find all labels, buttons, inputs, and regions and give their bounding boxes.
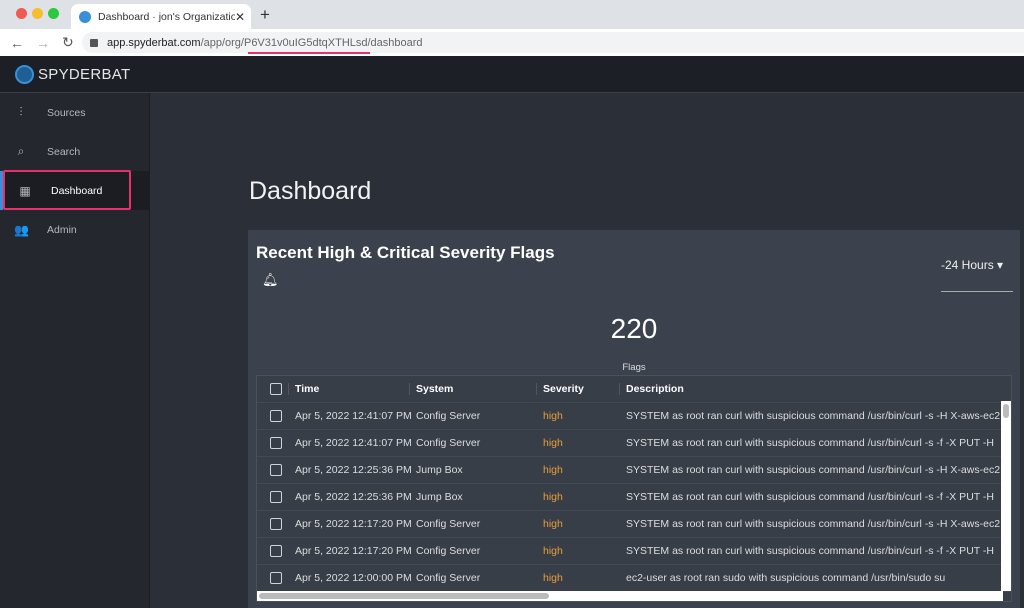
flags-card: Recent High & Critical Severity Flags 🔔︎…: [248, 230, 1020, 608]
row-checkbox[interactable]: [270, 437, 282, 449]
sidebar-item-label: Sources: [47, 106, 86, 119]
column-header-severity[interactable]: Severity: [536, 383, 619, 395]
people-icon: 👥: [14, 222, 29, 237]
horizontal-scrollbar[interactable]: [257, 591, 1003, 601]
spyderbat-logo-icon: [15, 64, 34, 84]
cell-severity: high: [543, 518, 563, 530]
row-checkbox[interactable]: [270, 545, 282, 557]
reload-icon[interactable]: ↻: [62, 34, 78, 51]
table-row[interactable]: Apr 5, 2022 12:17:20 PM Config Server high…: [257, 538, 1011, 565]
column-header-system[interactable]: System: [409, 383, 536, 395]
table-row[interactable]: Apr 5, 2022 12:41:07 PM Config Server high…: [257, 403, 1011, 430]
cell-system: Config Server: [416, 410, 481, 422]
sidebar-item-admin[interactable]: 👥 Admin: [0, 210, 149, 249]
cell-time: Apr 5, 2022 12:17:20 PM: [295, 518, 412, 530]
cell-time: Apr 5, 2022 12:17:20 PM: [295, 545, 412, 557]
bell-icon[interactable]: 🔔︎: [262, 272, 279, 288]
address-bar-row: ← → ↻ app.spyderbat.com/app/org/P6V31v0u…: [0, 29, 1024, 56]
time-range-select[interactable]: -24 Hours ▾: [941, 258, 1013, 292]
cell-severity: high: [543, 437, 563, 449]
card-title: Recent High & Critical Severity Flags: [256, 243, 555, 262]
brand-name[interactable]: SPYDERBAT: [38, 66, 130, 83]
url-domain: app.spyderbat.com: [107, 36, 201, 49]
time-range-value: -24 Hours: [941, 258, 994, 272]
cell-description: SYSTEM as root ran curl with suspicious …: [626, 491, 994, 503]
cell-system: Jump Box: [416, 491, 463, 503]
cell-severity: high: [543, 410, 563, 422]
cell-severity: high: [543, 572, 563, 584]
remote-icon: ⫶: [19, 105, 23, 119]
favicon-icon: [79, 10, 91, 23]
select-all-checkbox[interactable]: [270, 383, 282, 395]
table-header: Time System Severity Description: [257, 376, 1011, 403]
cell-description: SYSTEM as root ran curl with suspicious …: [626, 518, 1001, 530]
flags-table: Time System Severity Description Apr 5, …: [256, 375, 1012, 602]
column-header-description[interactable]: Description: [619, 383, 995, 395]
table-row[interactable]: Apr 5, 2022 12:25:36 PM Jump Box high SYSTE…: [257, 484, 1011, 511]
cell-system: Config Server: [416, 572, 481, 584]
vertical-scrollbar[interactable]: [1001, 401, 1011, 591]
table-row[interactable]: Apr 5, 2022 12:41:07 PM Config Server high…: [257, 430, 1011, 457]
cell-severity: high: [543, 464, 563, 476]
tab-title: Dashboard · jon's Organization: [98, 10, 235, 23]
table-row[interactable]: Apr 5, 2022 12:25:36 PM Jump Box high SYSTE…: [257, 457, 1011, 484]
row-checkbox[interactable]: [270, 491, 282, 503]
browser-tab-bar: Dashboard · jon's Organization ✕ +: [0, 0, 1024, 29]
search-icon: ⌕: [17, 144, 25, 158]
cell-severity: high: [543, 545, 563, 557]
url-path: /app/org/P6V31v0uIG5dtqXTHLsd/dashboard: [200, 36, 423, 49]
lock-icon: [90, 38, 98, 47]
cell-severity: high: [543, 491, 563, 503]
page-title: Dashboard: [249, 177, 372, 205]
row-checkbox[interactable]: [270, 518, 282, 530]
flag-count: 220: [610, 313, 658, 344]
cell-time: Apr 5, 2022 12:25:36 PM: [295, 491, 412, 503]
row-checkbox[interactable]: [270, 410, 282, 422]
cell-system: Config Server: [416, 518, 481, 530]
maximize-window-button[interactable]: [48, 8, 59, 19]
cell-system: Config Server: [416, 437, 481, 449]
cell-description: SYSTEM as root ran curl with suspicious …: [626, 410, 1001, 422]
cell-description: SYSTEM as root ran curl with suspicious …: [626, 464, 1001, 476]
flag-count-label: Flags: [622, 362, 646, 373]
row-checkbox[interactable]: [270, 464, 282, 476]
sidebar-item-label: Search: [47, 145, 81, 158]
column-header-time[interactable]: Time: [288, 383, 409, 395]
caret-down-icon: ▾: [997, 258, 1004, 272]
row-checkbox[interactable]: [270, 572, 282, 584]
cell-description: SYSTEM as root ran curl with suspicious …: [626, 437, 994, 449]
url-highlight-underline: [248, 52, 370, 54]
cell-system: Jump Box: [416, 464, 463, 476]
sidebar-item-label: Admin: [47, 223, 77, 236]
cell-description: ec2-user as root ran sudo with suspiciou…: [626, 572, 946, 584]
browser-tab[interactable]: Dashboard · jon's Organization ✕: [71, 4, 251, 29]
sidebar-item-search[interactable]: ⌕ Search: [0, 132, 149, 171]
url-input[interactable]: app.spyderbat.com/app/org/P6V31v0uIG5dtq…: [82, 32, 1024, 53]
cell-description: SYSTEM as root ran curl with suspicious …: [626, 545, 994, 557]
cell-system: Config Server: [416, 545, 481, 557]
close-window-button[interactable]: [16, 8, 27, 19]
forward-icon[interactable]: →: [36, 35, 52, 51]
back-icon[interactable]: ←: [10, 35, 26, 51]
minimize-window-button[interactable]: [32, 8, 43, 19]
table-row[interactable]: Apr 5, 2022 12:17:20 PM Config Server high…: [257, 511, 1011, 538]
sidebar-item-sources[interactable]: ⫶ Sources: [0, 93, 149, 132]
cell-time: Apr 5, 2022 12:00:00 PM: [295, 572, 412, 584]
close-tab-icon[interactable]: ✕: [235, 10, 251, 24]
cell-time: Apr 5, 2022 12:41:07 PM: [295, 437, 412, 449]
table-row[interactable]: Apr 5, 2022 12:00:00 PM Config Server high…: [257, 565, 1011, 592]
app-header: SPYDERBAT: [0, 56, 1024, 93]
cell-time: Apr 5, 2022 12:41:07 PM: [295, 410, 412, 422]
new-tab-button[interactable]: +: [260, 5, 270, 25]
dashboard-highlight-box: [3, 170, 131, 210]
cell-time: Apr 5, 2022 12:25:36 PM: [295, 464, 412, 476]
